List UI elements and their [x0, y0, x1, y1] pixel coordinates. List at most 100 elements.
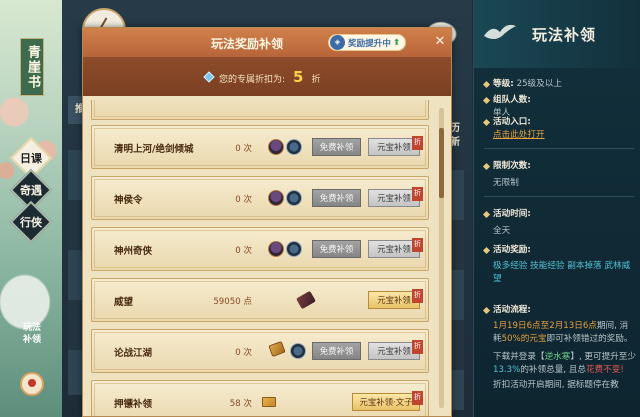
nav-item-label: 行侠: [20, 216, 42, 229]
reward-item: 技能经验: [530, 261, 565, 271]
limit-label: 限制次数:: [484, 160, 636, 173]
info-header: 玩法补领: [474, 0, 640, 68]
yuanbao-claim-label: 元宝补领: [377, 295, 411, 305]
flow-text: 的补领总量, 且总: [520, 365, 586, 375]
list-item: 押镖补领 58 次 元宝补领·文子 折: [91, 380, 429, 416]
discount-tag: 折: [412, 289, 423, 303]
discount-prefix: 您的专属折扣为:: [219, 75, 286, 85]
game-link[interactable]: 逆水寒: [545, 352, 571, 362]
flow-date-range: 1月19日6点至2月13日6点: [493, 321, 597, 331]
flow-cost: 50%的元宝: [501, 334, 547, 344]
list-item: 神侯令 0 次 免费补领 元宝补领 折: [91, 176, 429, 220]
free-claim-button[interactable]: 免费补领: [312, 240, 361, 258]
yuanbao-claim-button[interactable]: 元宝补领 折: [368, 136, 423, 156]
missed-count: 0 次: [235, 195, 252, 205]
tab-reward-reclaim[interactable]: 玩法补领: [20, 322, 44, 352]
discount-suffix: 折: [311, 75, 321, 85]
flow-percent: 13.3%: [493, 365, 521, 375]
activity-name: 押镖补领: [114, 399, 153, 410]
reward-icon-a: [268, 139, 284, 155]
flow-text: 即可补领错过的奖励。: [546, 334, 633, 344]
discount-value: 5: [293, 68, 304, 86]
reward-icon-a: [268, 190, 284, 206]
entry-row: 活动入口: 点击此处打开: [484, 116, 636, 142]
missed-count: 0 次: [235, 348, 252, 358]
level-row: 等级: 25级及以上: [484, 78, 636, 91]
flow-paragraph-1: 1月19日6点至2月13日6点期间, 消耗50%的元宝即可补领错过的奖励。: [484, 320, 636, 346]
time-row: 活动时间: 全天: [484, 208, 636, 238]
arrow-up-icon: ⬆: [392, 37, 401, 48]
yuanbao-claim-label: 元宝补领: [377, 142, 411, 152]
divider: [484, 196, 634, 197]
yuanbao-claim-label: 元宝补领·文子: [359, 397, 413, 407]
free-claim-button[interactable]: 免费补领: [312, 138, 361, 156]
yuanbao-claim-button[interactable]: 元宝补领 折: [368, 238, 423, 258]
level-label: 等级:: [493, 79, 514, 89]
nav-item-chivalry[interactable]: 行侠: [10, 204, 52, 240]
discount-bar: 您的专属折扣为: 5 折: [83, 58, 451, 96]
boost-badge[interactable]: ◈ 奖励提升中 ⬆: [328, 34, 406, 51]
list-item: 论战江湖 0 次 免费补领 元宝补领 折: [91, 329, 429, 373]
flow-paragraph-3: 折扣活动开启期间, 据标题停在教: [493, 380, 619, 390]
missed-count: 0 次: [235, 246, 252, 256]
list-scrollbar[interactable]: [439, 108, 444, 408]
divider: [484, 148, 634, 149]
team-label: 组队人数:: [484, 94, 636, 107]
activity-name: 神侯令: [114, 195, 143, 206]
dialog-header: 玩法奖励补领 ◈ 奖励提升中 ⬆ ✕: [83, 28, 451, 58]
weapon-icon: [296, 290, 316, 310]
nav-item-label: 奇遇: [20, 184, 42, 197]
yuanbao-claim-button[interactable]: 元宝补领·文子 折: [352, 391, 423, 411]
list-item: 神州奇侠 0 次 免费补领 元宝补领 折: [91, 227, 429, 271]
banner-title: 青崖书: [20, 38, 44, 96]
avatar[interactable]: [20, 372, 44, 396]
dialog-title: 玩法奖励补领: [211, 37, 284, 51]
yuanbao-claim-button[interactable]: 元宝补领 折: [368, 340, 423, 360]
yuanbao-claim-button[interactable]: 元宝补领 折: [368, 289, 423, 309]
info-panel: 玩法补领 等级: 25级及以上 组队人数: 单人 活动入口: 点击此处打开 限制…: [473, 0, 640, 417]
activity-name: 论战江湖: [114, 348, 153, 359]
yuanbao-claim-label: 元宝补领: [377, 193, 411, 203]
yuanbao-claim-button[interactable]: 元宝补领 折: [368, 187, 423, 207]
scroll-icon: [268, 340, 286, 358]
missed-count: 58 次: [229, 399, 252, 409]
crane-icon: [484, 24, 516, 39]
limit-row: 限制次数: 无限制: [484, 160, 636, 190]
reward-list: 极多经验 技能经验 副本掉落 武林威望: [484, 260, 636, 286]
reward-icon-b: [286, 139, 302, 155]
flow-row: 活动流程: 1月19日6点至2月13日6点期间, 消耗50%的元宝即可补领错过的…: [484, 304, 636, 392]
entry-label: 活动入口:: [484, 116, 636, 129]
flow-paragraph-2: 下载并登录【逆水寒】, 更可提升至少 13.3%的补领总量, 且总花费不变!: [484, 351, 636, 377]
activity-name: 清明上河/绝剑倾城: [114, 144, 194, 155]
yuanbao-claim-label: 元宝补领: [377, 244, 411, 254]
close-icon[interactable]: ✕: [433, 35, 447, 49]
discount-tag: 折: [412, 238, 423, 252]
yuanbao-claim-label: 元宝补领: [377, 346, 411, 356]
list-item: [91, 100, 429, 120]
activity-name: 神州奇侠: [114, 246, 153, 257]
reward-item: 极多经验: [493, 261, 528, 271]
discount-tag: 折: [412, 136, 423, 150]
flow-text: 下载并登录【: [493, 352, 545, 362]
free-claim-button[interactable]: 免费补领: [312, 342, 361, 360]
reward-icon-b: [286, 190, 302, 206]
info-title: 玩法补领: [532, 26, 597, 44]
reward-icon-b: [290, 343, 306, 359]
nav-item-label: 日课: [20, 152, 42, 165]
limit-value: 无限制: [493, 178, 519, 188]
entry-link[interactable]: 点击此处打开: [484, 129, 636, 142]
reward-list: 清明上河/绝剑倾城 0 次 免费补领 元宝补领 折 神侯令 0 次 免费补领 元…: [87, 100, 433, 416]
reward-row: 活动奖励: 极多经验 技能经验 副本掉落 武林威望: [484, 244, 636, 286]
boost-icon: ◈: [330, 35, 345, 50]
free-claim-button[interactable]: 免费补领: [312, 189, 361, 207]
discount-tag: 折: [412, 391, 423, 405]
activity-name: 威望: [114, 297, 134, 308]
reward-item: 副本掉落: [567, 261, 602, 271]
left-nav-banner: 青崖书 日课 奇遇 行侠 玩法补领: [0, 0, 62, 417]
reward-reclaim-dialog: 玩法奖励补领 ◈ 奖励提升中 ⬆ ✕ 您的专属折扣为: 5 折 清明上河/绝剑倾…: [82, 27, 452, 417]
list-item: 威望 59050 点 元宝补领 折: [91, 278, 429, 322]
scroll-thumb[interactable]: [439, 128, 444, 198]
gold-icon: [262, 397, 276, 407]
reward-icon-b: [286, 241, 302, 257]
discount-text: 您的专属折扣为: 5 折: [203, 68, 321, 86]
